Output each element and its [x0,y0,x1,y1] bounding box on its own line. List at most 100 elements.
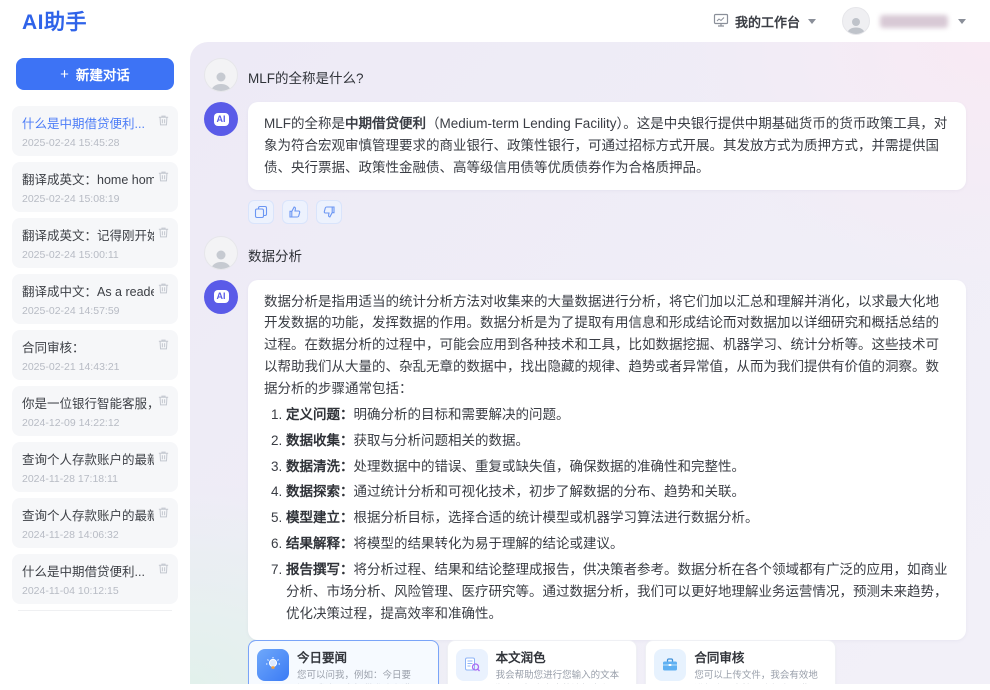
conversation-item[interactable]: 翻译成英文：home home 2025-02-24 15:08:19 [12,162,178,212]
user-message: 数据分析 [204,236,966,270]
user-avatar[interactable] [842,7,870,35]
trash-icon[interactable] [157,282,170,300]
conversation-timestamp: 2025-02-24 14:57:59 [22,305,170,317]
copy-button[interactable] [248,200,274,224]
card-daily-news[interactable]: 今日要闻 您可以问我，例如：今日要闻，我会尽力提供准确和满意的答案。 [248,640,439,684]
card-desc: 我会帮助您进行您输入的文本润色，提高文本的流畅度和表达效果。 [496,669,629,684]
analysis-step: 定义问题：明确分析的目标和需要解决的问题。 [286,404,950,426]
conversation-item[interactable]: 翻译成中文：As a reader... 2025-02-24 14:57:59 [12,274,178,324]
card-contract-review[interactable]: 合同审核 您可以上传文件，我会有效地进行合同审核，确保合同满足您的业务需求。 [645,640,836,684]
user-message: MLF的全称是什么? [204,58,966,92]
conversation-item[interactable]: 什么是中期借贷便利... 2024-11-04 10:12:15 [12,554,178,604]
sidebar: + 新建对话 什么是中期借贷便利... 2025-02-24 15:45:28 … [0,42,190,690]
chat-panel: MLF的全称是什么? AI MLF的全称是中期借贷便利（Medium-term … [190,42,990,684]
app-logo: AI助手 [22,6,87,36]
answer-bold: 中期借贷便利 [345,116,426,131]
conversation-item[interactable]: 查询个人存款账户的最新... 2024-11-28 17:18:11 [12,442,178,492]
conversation-title: 什么是中期借贷便利... [22,113,154,132]
ai-message: AI MLF的全称是中期借贷便利（Medium-term Lending Fac… [204,102,966,190]
thumbs-down-button[interactable] [316,200,342,224]
card-desc: 您可以上传文件，我会有效地进行合同审核，确保合同满足您的业务需求。 [694,669,827,684]
trash-icon[interactable] [157,506,170,524]
conversation-title: 翻译成英文：记得刚开始... [22,225,154,244]
card-title: 合同审核 [694,647,827,666]
bulb-icon [257,649,289,681]
conversation-item[interactable]: 查询个人存款账户的最新... 2024-11-28 14:06:32 [12,498,178,548]
user-question: MLF的全称是什么? [248,67,364,87]
document-magnifier-icon [456,649,488,681]
trash-icon[interactable] [157,170,170,188]
trash-icon[interactable] [157,114,170,132]
step-label: 数据收集： [286,433,354,448]
feature-cards-grid: 今日要闻 您可以问我，例如：今日要闻，我会尽力提供准确和满意的答案。 本文润色 [248,640,836,684]
conversation-timestamp: 2024-11-04 10:12:15 [22,585,170,597]
conversation-item[interactable]: 什么是中期借贷便利... 2025-02-24 15:45:28 [12,106,178,156]
trash-icon[interactable] [157,226,170,244]
step-text: 获取与分析问题相关的数据。 [354,433,530,448]
new-chat-label: 新建对话 [76,64,130,84]
conversation-title: 翻译成英文：home home [22,169,154,188]
user-question: 数据分析 [248,245,302,265]
new-chat-button[interactable]: + 新建对话 [16,58,174,90]
bottom-area: 今日要闻 您可以问我，例如：今日要闻，我会尽力提供准确和满意的答案。 本文润色 [248,640,966,684]
card-text-polish[interactable]: 本文润色 我会帮助您进行您输入的文本润色，提高文本的流畅度和表达效果。 [447,640,638,684]
conversation-title: 你是一位银行智能客服，... [22,393,154,412]
workspace-label: 我的工作台 [735,12,800,31]
user-name-redacted[interactable] [880,15,948,28]
conversation-timestamp: 2024-12-09 14:22:12 [22,417,170,429]
thumbs-up-button[interactable] [282,200,308,224]
answer-actions [248,200,966,224]
ai-avatar: AI [204,102,238,136]
analysis-step: 数据探索：通过统计分析和可视化技术，初步了解数据的分布、趋势和关联。 [286,481,950,503]
conversation-title: 翻译成中文：As a reader... [22,281,154,300]
conversation-timestamp: 2024-11-28 17:18:11 [22,473,170,485]
ai-badge: AI [214,113,229,126]
sidebar-divider [18,610,172,611]
step-text: 明确分析的目标和需要解决的问题。 [354,407,570,422]
chevron-down-icon [958,19,966,24]
topbar-right: 我的工作台 [713,7,990,35]
conversation-item[interactable]: 翻译成英文：记得刚开始... 2025-02-24 15:00:11 [12,218,178,268]
conversation-timestamp: 2024-11-28 14:06:32 [22,529,170,541]
top-bar: AI助手 我的工作台 [0,0,990,42]
conversation-timestamp: 2025-02-24 15:00:11 [22,249,170,261]
step-text: 通过统计分析和可视化技术，初步了解数据的分布、趋势和关联。 [354,484,746,499]
analysis-step: 结果解释：将模型的结果转化为易于理解的结论或建议。 [286,533,950,555]
analysis-step: 数据收集：获取与分析问题相关的数据。 [286,430,950,452]
conversation-timestamp: 2025-02-24 15:08:19 [22,193,170,205]
step-label: 定义问题： [286,407,354,422]
conversation-title: 查询个人存款账户的最新... [22,505,154,524]
user-message-avatar [204,236,238,270]
step-text: 根据分析目标，选择合适的统计模型或机器学习算法进行数据分析。 [354,510,759,525]
step-text: 将模型的结果转化为易于理解的结论或建议。 [354,536,624,551]
trash-icon[interactable] [157,450,170,468]
ai-answer-card: 数据分析是指用适当的统计分析方法对收集来的大量数据进行分析，将它们加以汇总和理解… [248,280,966,640]
plus-icon: + [60,66,69,83]
step-label: 结果解释： [286,536,354,551]
analysis-steps-list: 定义问题：明确分析的目标和需要解决的问题。 数据收集：获取与分析问题相关的数据。… [264,404,950,625]
user-message-avatar [204,58,238,92]
briefcase-icon [654,649,686,681]
step-label: 数据清洗： [286,459,354,474]
workspace-menu[interactable]: 我的工作台 [713,12,816,31]
trash-icon[interactable] [157,394,170,412]
conversation-item[interactable]: 合同审核： 2025-02-21 14:43:21 [12,330,178,380]
conversation-title: 合同审核： [22,337,154,356]
analysis-step: 报告撰写：将分析过程、结果和结论整理成报告，供决策者参考。数据分析在各个领域都有… [286,559,950,625]
ai-answer-card: MLF的全称是中期借贷便利（Medium-term Lending Facili… [248,102,966,190]
step-label: 模型建立： [286,510,354,525]
card-desc: 您可以问我，例如：今日要闻，我会尽力提供准确和满意的答案。 [297,669,430,684]
ai-message: AI 数据分析是指用适当的统计分析方法对收集来的大量数据进行分析，将它们加以汇总… [204,280,966,640]
card-title: 本文润色 [496,647,629,666]
chevron-down-icon [808,19,816,24]
step-text: 将分析过程、结果和结论整理成报告，供决策者参考。数据分析在各个领域都有广泛的应用… [286,562,948,621]
step-text: 处理数据中的错误、重复或缺失值，确保数据的准确性和完整性。 [354,459,746,474]
ai-badge: AI [214,290,229,303]
conversation-title: 什么是中期借贷便利... [22,561,154,580]
trash-icon[interactable] [157,338,170,356]
conversation-item[interactable]: 你是一位银行智能客服，... 2024-12-09 14:22:12 [12,386,178,436]
analysis-step: 模型建立：根据分析目标，选择合适的统计模型或机器学习算法进行数据分析。 [286,507,950,529]
monitor-icon [713,12,729,31]
conversation-title: 查询个人存款账户的最新... [22,449,154,468]
trash-icon[interactable] [157,562,170,580]
